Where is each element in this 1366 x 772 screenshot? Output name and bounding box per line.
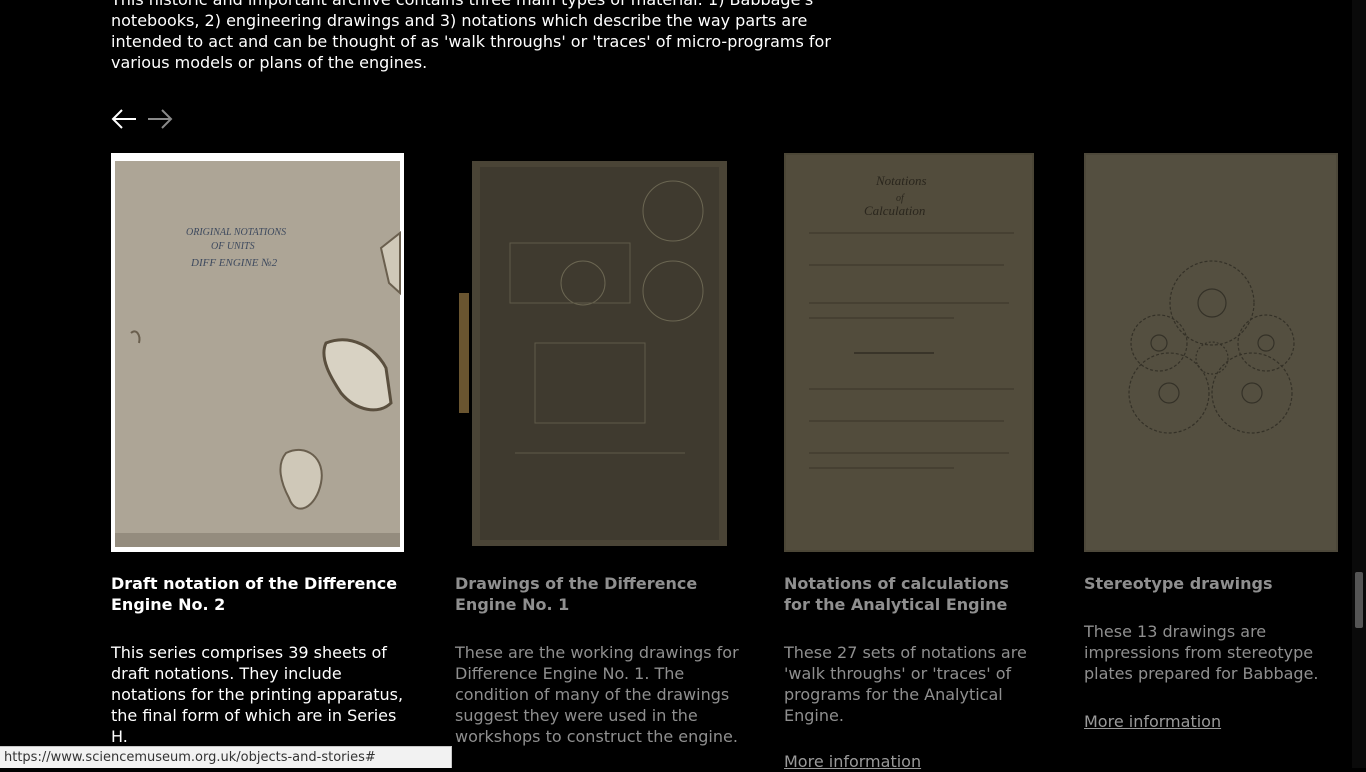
notation-title-1: Notations	[875, 173, 927, 188]
card-image-drawing[interactable]	[455, 153, 740, 552]
notebook-label-3: DIFF ENGINE №2	[190, 257, 278, 269]
card-title[interactable]: Drawings of the Difference Engine No. 1	[455, 573, 740, 615]
card-description: These 27 sets of notations are 'walk thr…	[784, 643, 1027, 725]
intro-text: This historic and important archive cont…	[111, 0, 831, 72]
card-draft-notation[interactable]: ORIGINAL NOTATIONS OF UNITS DIFF ENGINE …	[111, 153, 404, 747]
more-information-link[interactable]: More information	[1084, 712, 1221, 731]
card-title[interactable]: Notations of calculations for the Analyt…	[784, 573, 1034, 615]
card-image-notebook[interactable]: ORIGINAL NOTATIONS OF UNITS DIFF ENGINE …	[111, 153, 404, 552]
card-image-notations[interactable]: Notations of Calculation	[784, 153, 1034, 552]
card-title[interactable]: Stereotype drawings	[1084, 573, 1338, 594]
scrollbar-thumb[interactable]	[1355, 572, 1363, 628]
card-description: These 13 drawings are impressions from s…	[1084, 622, 1319, 683]
card-description: These are the working drawings for Diffe…	[455, 643, 739, 746]
notebook-label-2: OF UNITS	[211, 241, 255, 252]
card-image-stereotype[interactable]	[1084, 153, 1338, 552]
status-bar-url: https://www.sciencemuseum.org.uk/objects…	[0, 746, 452, 768]
card-notations-analytical-engine[interactable]: Notations of Calculation Notations of ca…	[784, 153, 1034, 772]
carousel-nav	[111, 108, 173, 130]
card-stereotype-drawings[interactable]: Stereotype drawings These 13 drawings ar…	[1084, 153, 1338, 732]
notebook-label-1: ORIGINAL NOTATIONS	[186, 227, 286, 238]
arrow-right-icon[interactable]	[147, 108, 173, 130]
more-information-link[interactable]: More information	[784, 752, 921, 771]
arrow-left-icon[interactable]	[111, 108, 137, 130]
notation-title-3: Calculation	[864, 203, 925, 218]
card-drawings-difference-engine[interactable]: Drawings of the Difference Engine No. 1 …	[455, 153, 740, 747]
page-scrollbar[interactable]	[1352, 0, 1366, 768]
card-title[interactable]: Draft notation of the Difference Engine …	[111, 573, 404, 615]
card-description: This series comprises 39 sheets of draft…	[111, 643, 404, 746]
